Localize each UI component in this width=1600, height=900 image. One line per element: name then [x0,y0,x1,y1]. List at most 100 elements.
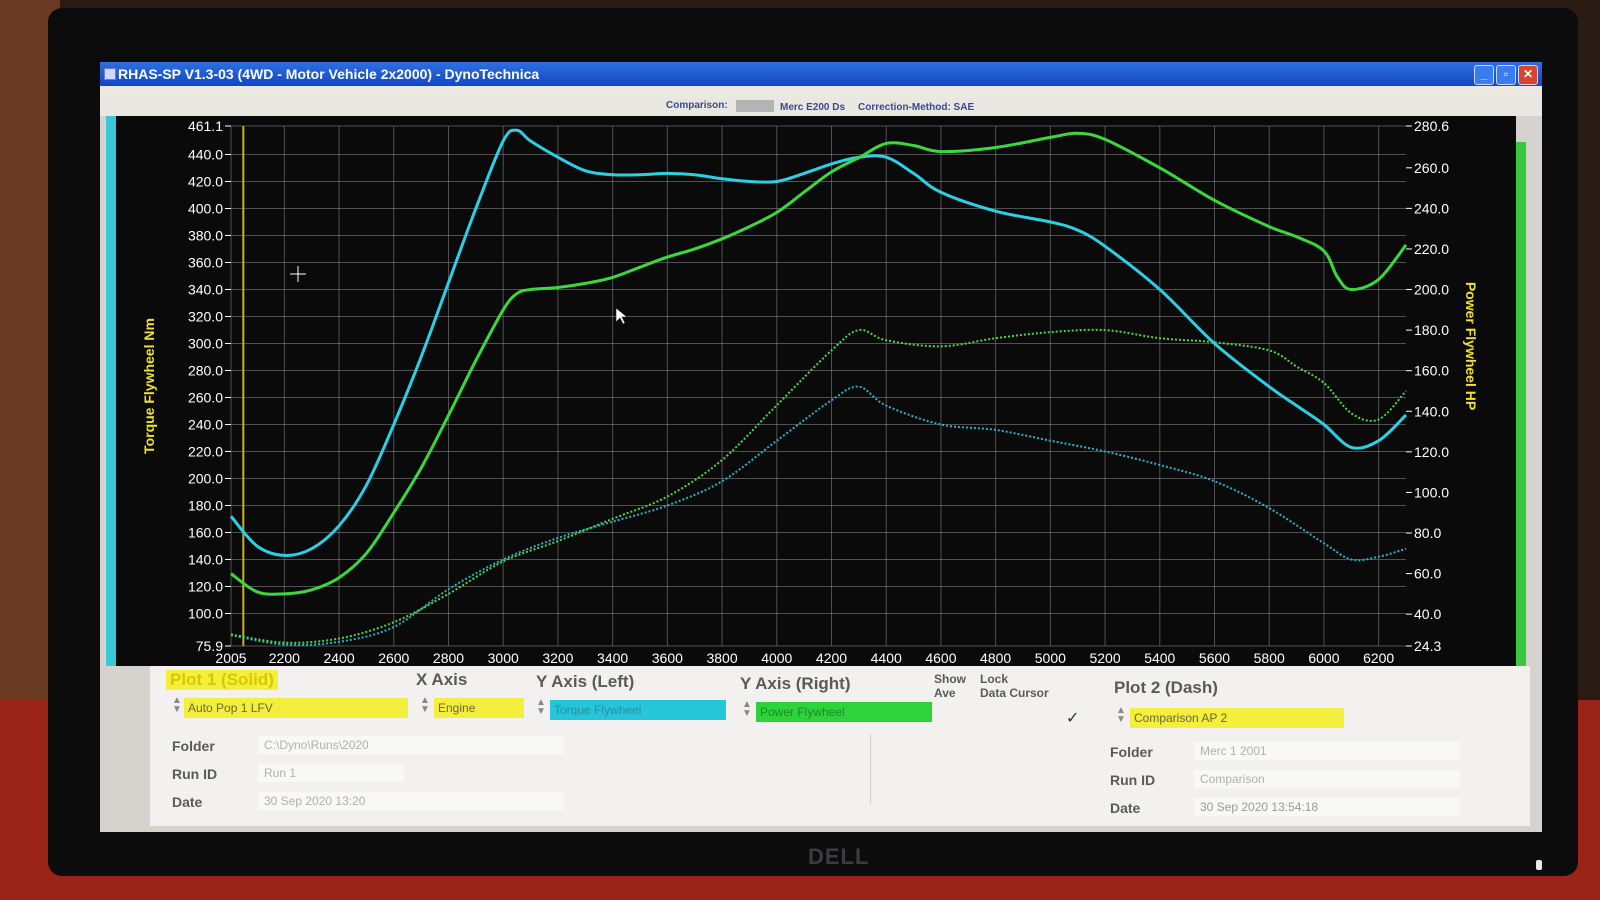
x-tick-label: 3000 [488,650,519,666]
y-axis-left-label: Torque Flywheel Nm [141,318,157,454]
left-tick-label: 240.0 [188,416,223,432]
left-date-label: Date [172,794,203,810]
x-tick-label: 4800 [980,650,1011,666]
x-tick-label: 5400 [1144,650,1175,666]
left-tick-label: 220.0 [188,443,223,459]
plot1-spinner[interactable]: ▲ ▼ [172,696,182,715]
y-axis-right-label: Power Flywheel HP [1463,282,1479,410]
x-tick-label: 2800 [433,650,464,666]
left-tick-label: 440.0 [188,146,223,162]
x-tick-label: 3400 [597,650,628,666]
right-run-id-field[interactable]: Comparison [1194,770,1460,788]
plot1-label: Plot 1 (Solid) [166,670,278,690]
y-axis-left-heading: Y Axis (Left) [536,672,635,691]
left-tick-label: 300.0 [188,335,223,351]
right-tick-label: 80.0 [1414,525,1441,541]
left-folder-field[interactable]: C:\Dyno\Runs\2020 [258,736,564,754]
power-axis-accent [1516,142,1526,672]
x-tick-label: 5600 [1199,650,1230,666]
right-folder-label: Folder [1110,744,1153,760]
y-axis-left-select[interactable]: Torque Flywheel [550,700,726,720]
right-tick-label: 40.0 [1414,606,1441,622]
x-tick-label: 2005 [215,650,246,666]
right-tick-label: 180.0 [1414,322,1449,338]
comparison-name: Merc E200 Ds [780,102,846,113]
x-axis-spinner[interactable]: ▲ ▼ [420,696,430,715]
right-tick-label: 140.0 [1414,403,1449,419]
app-window: RHAS-SP V1.3-03 (4WD - Motor Vehicle 2x2… [100,62,1542,832]
left-date-field[interactable]: 30 Sep 2020 13:20 [258,792,564,810]
x-tick-label: 5000 [1035,650,1066,666]
y-axis-right-heading: Y Axis (Right) [740,674,851,693]
left-tick-label: 100.0 [188,605,223,621]
right-date-field[interactable]: 30 Sep 2020 13:54:18 [1194,798,1460,816]
right-tick-label: 160.0 [1414,363,1449,379]
left-run-id-field[interactable]: Run 1 [258,764,404,782]
comparison-select[interactable] [736,100,774,112]
lock-data-cursor-label: Lock Data Cursor [980,672,1049,700]
x-tick-label: 6200 [1363,650,1394,666]
left-tick-label: 180.0 [188,497,223,513]
left-tick-label: 200.0 [188,470,223,486]
left-run-id-label: Run ID [172,766,218,782]
panel-divider [870,734,871,804]
control-panel: Plot 1 (Solid) X Axis Y Axis (Left) Y Ax… [150,666,1530,826]
left-tick-label: 280.0 [188,362,223,378]
lock-cursor-checkbox[interactable]: ✓ [1066,708,1079,728]
left-folder-label: Folder [172,738,215,754]
left-tick-label: 140.0 [188,551,223,567]
plot2-label: Plot 2 (Dash) [1114,678,1218,697]
left-tick-label: 400.0 [188,200,223,216]
plot2-select[interactable]: Comparison AP 2 [1130,708,1344,728]
y-right-spinner[interactable]: ▲ ▼ [742,700,752,719]
right-tick-label: 200.0 [1414,282,1449,298]
comparison-header: Comparison: Merc E200 Ds Correction-Meth… [100,98,1542,116]
right-tick-label: 120.0 [1414,444,1449,460]
left-tick-label: 340.0 [188,281,223,297]
x-tick-label: 4400 [871,650,902,666]
plot2-spinner[interactable]: ▲ ▼ [1116,706,1126,725]
x-tick-label: 5800 [1254,650,1285,666]
x-tick-label: 4600 [925,650,956,666]
left-tick-label: 380.0 [188,227,223,243]
minimize-button[interactable]: _ [1474,65,1494,85]
x-tick-label: 5200 [1089,650,1120,666]
close-button[interactable]: ✕ [1518,65,1538,85]
x-axis-select[interactable]: Engine [434,698,524,718]
x-tick-label: 4000 [761,650,792,666]
x-tick-label: 2400 [323,650,354,666]
comparison-label: Comparison: [666,100,728,111]
left-tick-label: 420.0 [188,173,223,189]
torque-axis-accent [106,116,116,666]
left-tick-label: 461.1 [188,118,223,134]
x-tick-label: 3800 [706,650,737,666]
plot1-select[interactable]: Auto Pop 1 LFV [184,698,408,718]
right-tick-label: 280.6 [1414,118,1449,134]
right-run-id-label: Run ID [1110,772,1156,788]
dyno-chart[interactable]: 461.1 440.0 420.0 400.0 380.0 360.0 340.0 320.0… [116,116,1516,666]
y-axis-right-select[interactable]: Power Flywheel [756,702,932,722]
app-icon [104,68,116,80]
left-tick-label: 160.0 [188,524,223,540]
left-tick-label: 360.0 [188,254,223,270]
x-tick-label: 2200 [269,650,300,666]
maximize-button[interactable]: ▫ [1496,65,1516,85]
right-folder-field[interactable]: Merc 1 2001 [1194,742,1460,760]
right-tick-label: 260.0 [1414,160,1449,176]
right-tick-label: 60.0 [1414,566,1441,582]
x-tick-label: 6000 [1308,650,1339,666]
x-tick-label: 3600 [652,650,683,666]
x-tick-label: 3200 [542,650,573,666]
monitor-brand-logo: DELL [808,844,870,869]
left-tick-label: 260.0 [188,389,223,405]
right-tick-label: 240.0 [1414,200,1449,216]
window-title: RHAS-SP V1.3-03 (4WD - Motor Vehicle 2x2… [118,66,540,82]
x-tick-label: 4200 [816,650,847,666]
left-tick-label: 320.0 [188,308,223,324]
y-left-spinner[interactable]: ▲ ▼ [536,698,546,717]
x-axis-label: X Axis [416,670,468,689]
right-date-label: Date [1110,800,1141,816]
left-tick-label: 120.0 [188,578,223,594]
menu-bar [100,86,1542,98]
title-bar: RHAS-SP V1.3-03 (4WD - Motor Vehicle 2x2… [100,62,1542,86]
